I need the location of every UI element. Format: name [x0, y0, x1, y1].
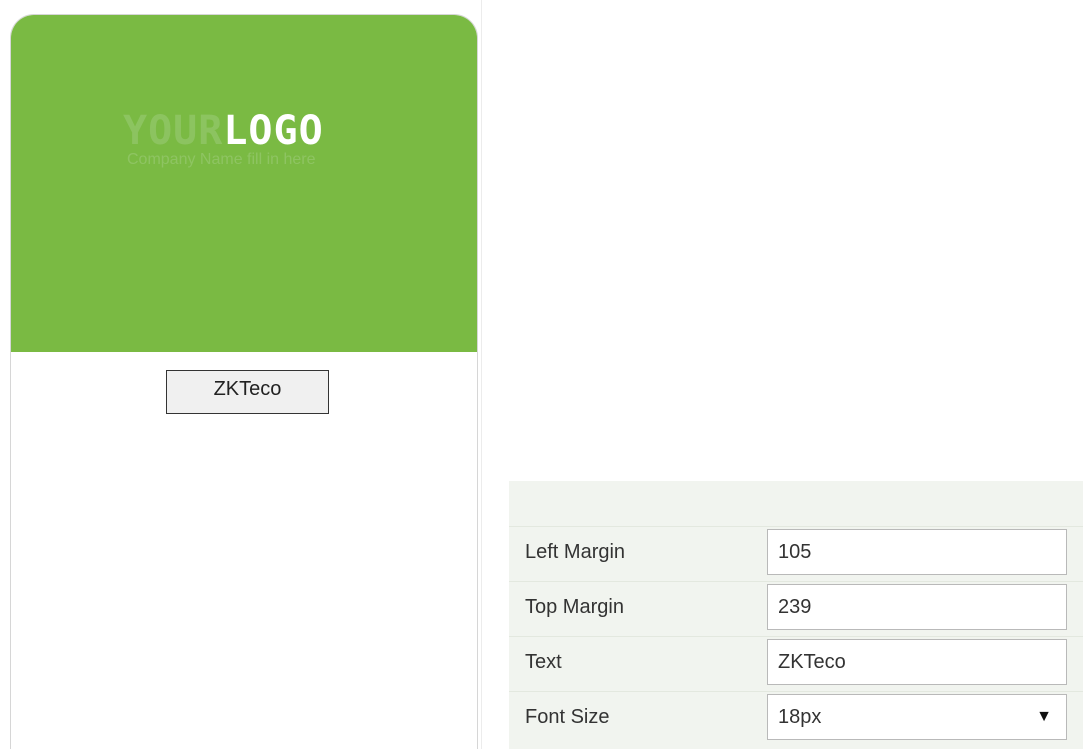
logo-logo-text: LOGO	[223, 108, 324, 154]
card-preview: YOURLOGO Company Name fill in here ZKTec…	[10, 14, 478, 749]
left-margin-input[interactable]: 105	[767, 529, 1067, 575]
card-header-background	[11, 15, 477, 352]
preview-divider	[481, 0, 482, 749]
dropdown-triangle-icon[interactable]: ▼	[1036, 695, 1052, 739]
card-designer: YOURLOGO Company Name fill in here ZKTec…	[0, 0, 1083, 749]
logo-wordmark: YOURLOGO	[123, 111, 383, 151]
properties-panel: Left Margin 105 Top Margin 239 Text ZKTe…	[509, 481, 1083, 749]
font-size-value: 18px	[778, 706, 822, 728]
text-row: Text ZKTeco	[509, 636, 1083, 691]
left-margin-label: Left Margin	[525, 541, 626, 563]
top-margin-label: Top Margin	[525, 596, 624, 618]
font-size-row: Font Size 18px ▼	[509, 691, 1083, 746]
card-text-element[interactable]: ZKTeco	[166, 370, 329, 414]
font-size-label: Font Size	[525, 706, 610, 728]
logo-your-text: YOUR	[123, 108, 224, 154]
font-size-select[interactable]: 18px ▼	[767, 694, 1067, 740]
top-margin-input[interactable]: 239	[767, 584, 1067, 630]
company-logo: YOURLOGO Company Name fill in here	[123, 111, 383, 181]
left-margin-row: Left Margin 105	[509, 526, 1083, 581]
top-margin-row: Top Margin 239	[509, 581, 1083, 636]
text-label: Text	[525, 651, 562, 673]
text-input[interactable]: ZKTeco	[767, 639, 1067, 685]
